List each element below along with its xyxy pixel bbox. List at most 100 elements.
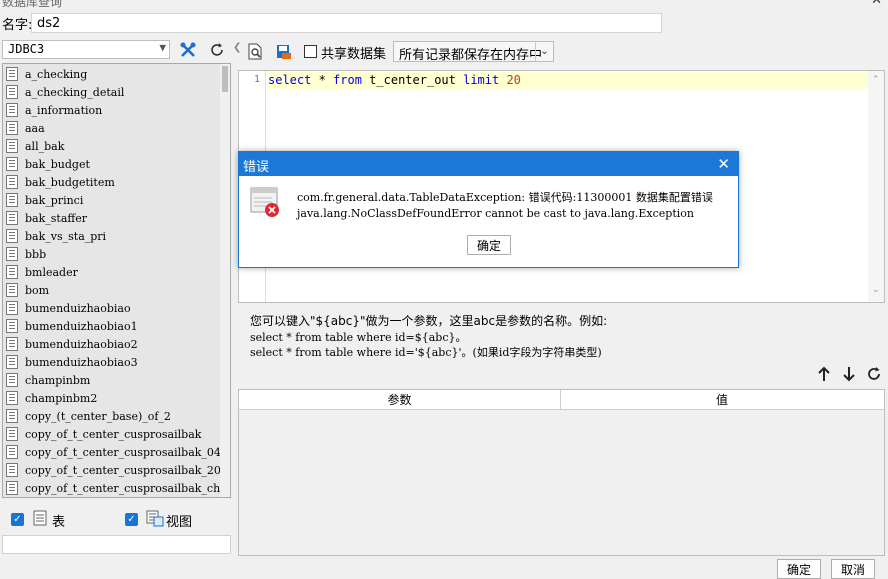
list-item[interactable]: aaa bbox=[6, 119, 45, 137]
list-item[interactable]: champinbm bbox=[6, 371, 90, 389]
parameters-table[interactable]: 参数 值 bbox=[238, 389, 885, 556]
table-list[interactable]: a_checking a_checking_detail a_informati… bbox=[2, 63, 231, 498]
column-header-param[interactable]: 参数 bbox=[239, 390, 561, 409]
type-filter: ✓ 表 ✓ 视图 bbox=[2, 503, 231, 534]
error-message-line-1: com.fr.general.data.TableDataException: … bbox=[297, 191, 713, 204]
chevron-down-icon: ⌄ bbox=[535, 42, 553, 61]
list-item[interactable]: bom bbox=[6, 281, 49, 299]
view-type-icon bbox=[146, 510, 164, 530]
list-item[interactable]: bumenduizhaobiao1 bbox=[6, 317, 138, 335]
table-icon bbox=[6, 319, 18, 333]
error-message-line-2: java.lang.NoClassDefFoundError cannot be… bbox=[297, 207, 694, 220]
list-item-label: bumenduizhaobiao1 bbox=[25, 319, 138, 333]
table-list-scrollbar[interactable] bbox=[220, 64, 230, 497]
parameters-table-header: 参数 值 bbox=[239, 390, 884, 410]
table-filter-label: 表 bbox=[52, 515, 66, 530]
refresh-params-button[interactable] bbox=[866, 366, 882, 385]
scroll-down-icon[interactable]: ⌄ bbox=[872, 285, 880, 295]
save-query-button[interactable] bbox=[272, 40, 296, 62]
list-item-label: copy_of_t_center_cusprosailbak_ch bbox=[25, 481, 221, 495]
list-item-label: aaa bbox=[25, 121, 45, 135]
ok-button[interactable]: 确定 bbox=[777, 559, 821, 579]
list-item-label: bumenduizhaobiao3 bbox=[25, 355, 138, 369]
refresh-icon bbox=[868, 367, 880, 380]
collapse-icon[interactable]: ❮ bbox=[233, 42, 241, 53]
list-item[interactable]: all_bak bbox=[6, 137, 64, 155]
table-icon bbox=[6, 67, 18, 81]
editor-scrollbar[interactable]: ⌃ ⌄ bbox=[868, 71, 884, 302]
sql-table: t_center_out bbox=[361, 73, 464, 87]
table-icon bbox=[6, 355, 18, 369]
list-item[interactable]: bak_budget bbox=[6, 155, 90, 173]
cancel-button[interactable]: 取消 bbox=[831, 559, 875, 579]
list-item[interactable]: copy_of_t_center_cusprosailbak bbox=[6, 425, 201, 443]
list-item[interactable]: bak_staffer bbox=[6, 209, 87, 227]
table-list-body: a_checking a_checking_detail a_informati… bbox=[3, 64, 221, 497]
list-item[interactable]: a_checking_detail bbox=[6, 83, 124, 101]
save-query-icon bbox=[277, 44, 291, 59]
error-icon bbox=[250, 186, 280, 218]
list-item[interactable]: bak_budgetitem bbox=[6, 173, 115, 191]
name-input[interactable] bbox=[31, 13, 662, 33]
sql-text[interactable]: select * from t_center_out limit 20 bbox=[268, 73, 521, 87]
preview-button[interactable] bbox=[243, 40, 267, 62]
list-item-label: bumenduizhaobiao bbox=[25, 301, 131, 315]
hint-line-1: 您可以键入"${abc}"做为一个参数，这里abc是参数的名称。例如: bbox=[250, 314, 608, 328]
close-icon[interactable]: ✕ bbox=[717, 155, 730, 173]
list-item[interactable]: bbb bbox=[6, 245, 46, 263]
connection-select-value: JDBC3 bbox=[8, 42, 45, 56]
sql-keyword-from: from bbox=[333, 73, 362, 87]
table-icon bbox=[6, 157, 18, 171]
list-item[interactable]: bumenduizhaobiao3 bbox=[6, 353, 138, 371]
list-item-label: bmleader bbox=[25, 265, 78, 279]
list-item[interactable]: copy_(t_center_base)_of_2 bbox=[6, 407, 171, 425]
list-item[interactable]: a_checking bbox=[6, 65, 87, 83]
move-up-button[interactable] bbox=[817, 366, 831, 385]
list-item[interactable]: bak_princi bbox=[6, 191, 83, 209]
move-down-button[interactable] bbox=[842, 366, 856, 385]
list-item[interactable]: a_information bbox=[6, 101, 102, 119]
list-item-label: all_bak bbox=[25, 139, 65, 153]
list-item[interactable]: bumenduizhaobiao bbox=[6, 299, 131, 317]
table-icon bbox=[6, 283, 18, 297]
list-item-label: copy_of_t_center_cusprosailbak_20 bbox=[25, 463, 221, 477]
refresh-icon bbox=[211, 43, 223, 56]
scrollbar-thumb[interactable] bbox=[222, 66, 228, 92]
close-icon[interactable]: ✕ bbox=[871, 0, 882, 8]
hint-line-2: select * from table where id=${abc}。 bbox=[250, 331, 467, 344]
scroll-up-icon[interactable]: ⌃ bbox=[872, 75, 880, 85]
list-item-label: champinbm2 bbox=[25, 391, 98, 405]
storage-mode-select[interactable]: 所有记录都保存在内存中 ⌄ bbox=[393, 41, 554, 63]
list-item-label: bak_vs_sta_pri bbox=[25, 229, 107, 243]
connection-select[interactable]: JDBC3 ▼ bbox=[2, 40, 170, 59]
refresh-button[interactable] bbox=[205, 39, 229, 61]
sql-star: * bbox=[311, 73, 334, 87]
list-item[interactable]: bmleader bbox=[6, 263, 78, 281]
list-item[interactable]: copy_of_t_center_cusprosailbak_20 bbox=[6, 461, 221, 479]
list-item[interactable]: champinbm2 bbox=[6, 389, 97, 407]
table-icon bbox=[6, 229, 18, 243]
list-item-label: a_checking bbox=[25, 67, 88, 81]
table-icon bbox=[6, 247, 18, 261]
window-title: 数据库查询 bbox=[2, 0, 63, 8]
view-checkbox[interactable]: ✓ bbox=[125, 513, 138, 526]
preview-icon bbox=[248, 43, 262, 59]
parameter-hint: 您可以键入"${abc}"做为一个参数，这里abc是参数的名称。例如: sele… bbox=[250, 313, 870, 360]
sql-number: 20 bbox=[499, 73, 521, 87]
list-item[interactable]: copy_of_t_center_cusprosailbak_04 bbox=[6, 443, 221, 461]
shared-dataset-checkbox[interactable] bbox=[304, 45, 317, 58]
sql-keyword-select: select bbox=[268, 73, 312, 87]
table-icon bbox=[6, 265, 18, 279]
table-icon bbox=[6, 121, 18, 135]
table-search-input[interactable] bbox=[2, 535, 231, 554]
table-checkbox[interactable]: ✓ bbox=[11, 513, 24, 526]
table-icon bbox=[6, 301, 18, 315]
list-item[interactable]: bak_vs_sta_pri bbox=[6, 227, 106, 245]
list-item[interactable]: bumenduizhaobiao2 bbox=[6, 335, 138, 353]
table-icon bbox=[6, 391, 18, 405]
arrow-down-icon bbox=[843, 367, 855, 382]
list-item[interactable]: copy_of_t_center_cusprosailbak_ch bbox=[6, 479, 220, 497]
error-dialog-ok-button[interactable]: 确定 bbox=[467, 235, 511, 255]
column-header-value[interactable]: 值 bbox=[561, 390, 883, 409]
connection-settings-button[interactable] bbox=[176, 39, 200, 61]
